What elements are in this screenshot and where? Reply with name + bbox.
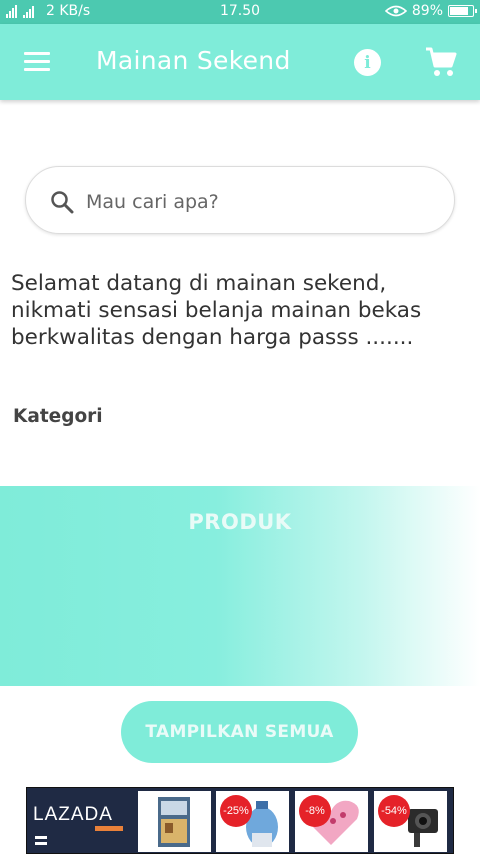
- ad-banner[interactable]: LAZADA -25% -8% -54%: [26, 787, 454, 854]
- status-right: 89%: [384, 3, 477, 19]
- info-icon[interactable]: i: [354, 49, 381, 76]
- welcome-text: Selamat datang di mainan sekend, nikmati…: [11, 271, 422, 350]
- ad-brand-logo: LAZADA: [33, 804, 113, 825]
- status-bar: 2 KB/s 17.50 89%: [0, 0, 480, 24]
- toy-box-image: [158, 797, 190, 847]
- produk-section: PRODUK: [0, 486, 480, 686]
- app-bar: Mainan Sekend i: [0, 24, 480, 100]
- kategori-heading: Kategori: [13, 406, 103, 427]
- eye-icon: [384, 5, 407, 17]
- search-input[interactable]: [84, 185, 428, 219]
- discount-badge: -25%: [220, 795, 252, 827]
- battery-icon: [448, 5, 477, 17]
- search-icon: [51, 191, 74, 214]
- discount-badge: -54%: [378, 795, 410, 827]
- show-all-button[interactable]: TAMPILKAN SEMUA: [121, 701, 358, 763]
- ad-product-tile[interactable]: -25%: [216, 791, 289, 852]
- ad-product-tile[interactable]: [138, 791, 211, 852]
- app-title: Mainan Sekend: [96, 46, 291, 75]
- menu-icon[interactable]: [24, 51, 50, 71]
- battery-percent: 89%: [411, 3, 443, 19]
- ad-product-tile[interactable]: -54%: [374, 791, 447, 852]
- cart-icon[interactable]: [424, 46, 458, 78]
- produk-heading: PRODUK: [188, 510, 292, 534]
- search-bar[interactable]: [25, 166, 455, 234]
- discount-badge: -8%: [299, 795, 331, 827]
- ad-product-tile[interactable]: -8%: [295, 791, 368, 852]
